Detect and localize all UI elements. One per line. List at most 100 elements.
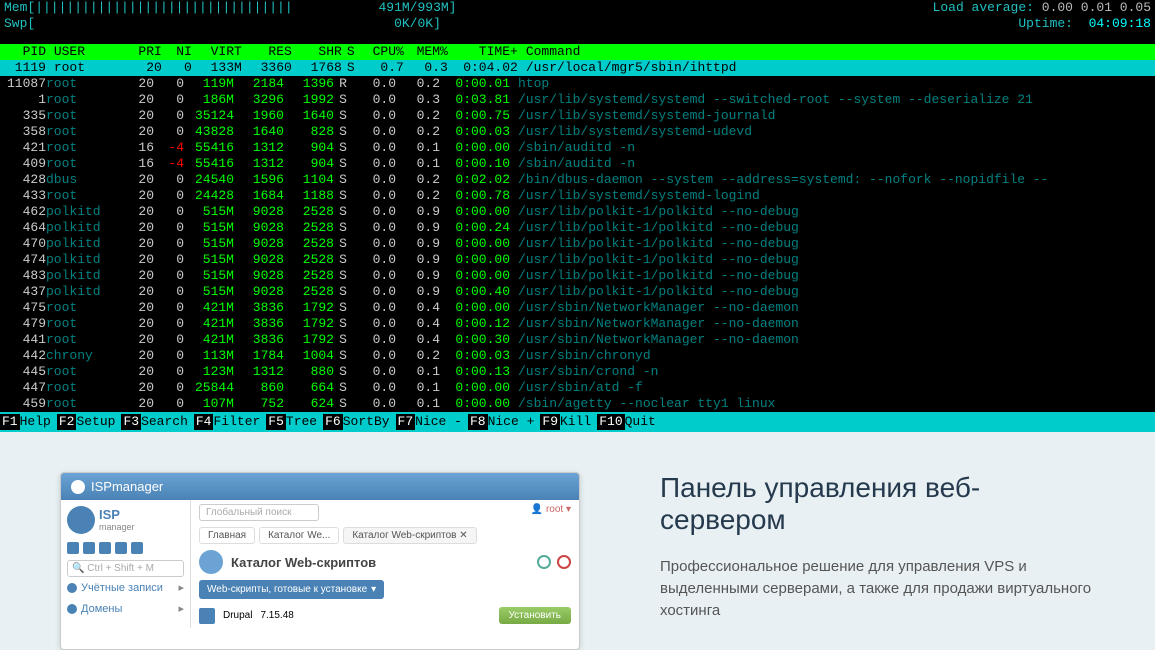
process-row[interactable]: 447 root20025844860664S0.00.10:00.00/usr… bbox=[0, 380, 1155, 396]
sel-virt: 133M bbox=[192, 60, 242, 76]
breadcrumb-item[interactable]: Каталог Web-скриптов ✕ bbox=[343, 527, 476, 544]
marketing-copy: Панель управления веб-сервером Профессио… bbox=[660, 472, 1095, 650]
column-header-row[interactable]: PID USER PRI NI VIRT RES SHR S CPU% MEM%… bbox=[0, 44, 1155, 60]
col-time[interactable]: TIME+ bbox=[448, 44, 518, 60]
col-pid[interactable]: PID bbox=[4, 44, 46, 60]
sel-s: S bbox=[342, 60, 360, 76]
fkey-filter[interactable]: F4Filter bbox=[194, 414, 266, 430]
panel-sidebar: ISP manager 🔍 Ctrl + Shift + M Учётные з… bbox=[61, 500, 191, 628]
process-row[interactable]: 474 polkitd200515M90282528S0.00.90:00.00… bbox=[0, 252, 1155, 268]
isp-logo-sub: manager bbox=[99, 522, 135, 532]
fkey-kill[interactable]: F9Kill bbox=[540, 414, 597, 430]
sidebar-item[interactable]: Домены▸ bbox=[67, 598, 184, 619]
uptime-value: 04:09:18 bbox=[1089, 16, 1151, 32]
panel-window-title: ISPmanager bbox=[91, 479, 163, 494]
mini-toolbar[interactable] bbox=[67, 542, 184, 554]
process-row[interactable]: 11087 root200119M21841396R0.00.20:00.01h… bbox=[0, 76, 1155, 92]
power-icon[interactable] bbox=[557, 555, 571, 569]
breadcrumbs: ГлавнаяКаталог We...Каталог Web-скриптов… bbox=[199, 527, 571, 544]
isp-logo-icon bbox=[67, 506, 95, 534]
process-row[interactable]: 428 dbus2002454015961104S0.00.20:02.02/b… bbox=[0, 172, 1155, 188]
process-row[interactable]: 475 root200421M38361792S0.00.40:00.00/us… bbox=[0, 300, 1155, 316]
process-row[interactable]: 483 polkitd200515M90282528S0.00.90:00.00… bbox=[0, 268, 1155, 284]
process-row[interactable]: 464 polkitd200515M90282528S0.00.90:00.24… bbox=[0, 220, 1155, 236]
col-res[interactable]: RES bbox=[242, 44, 292, 60]
fkey-tree[interactable]: F5Tree bbox=[266, 414, 323, 430]
col-virt[interactable]: VIRT bbox=[192, 44, 242, 60]
process-row[interactable]: 433 root2002442816841188S0.00.20:00.78/u… bbox=[0, 188, 1155, 204]
scripts-dropdown[interactable]: Web-скрипты, готовые к установке ▾ bbox=[199, 580, 384, 599]
col-s[interactable]: S bbox=[342, 44, 360, 60]
process-row[interactable]: 442 chrony200113M17841004S0.00.20:00.03/… bbox=[0, 348, 1155, 364]
doc-icon[interactable] bbox=[115, 542, 127, 554]
sidebar-item[interactable]: Учётные записи▸ bbox=[67, 577, 184, 598]
app-row[interactable]: Drupal 7.15.48 Установить bbox=[199, 607, 571, 624]
fkey-nice-[interactable]: F7Nice - bbox=[396, 414, 468, 430]
refresh-icon[interactable] bbox=[537, 555, 551, 569]
isp-logo-text: ISP bbox=[99, 507, 120, 522]
fkey-search[interactable]: F3Search bbox=[121, 414, 193, 430]
grid-icon[interactable] bbox=[99, 542, 111, 554]
col-user[interactable]: USER bbox=[54, 44, 126, 60]
user-label[interactable]: 👤 root ▾ bbox=[531, 504, 571, 515]
sel-user: root bbox=[54, 60, 126, 76]
col-cmd[interactable]: Command bbox=[518, 44, 581, 60]
process-row[interactable]: 358 root200438281640828S0.00.20:00.03/us… bbox=[0, 124, 1155, 140]
more-icon[interactable] bbox=[131, 542, 143, 554]
marketing-section: ISPmanager ISP manager bbox=[0, 432, 1155, 650]
process-row[interactable]: 459 root200107M752624S0.00.10:00.00/sbin… bbox=[0, 396, 1155, 412]
htop-terminal[interactable]: Mem [||||||||||||||||||||||||||||||||| 4… bbox=[0, 0, 1155, 432]
process-list[interactable]: 11087 root200119M21841396R0.00.20:00.01h… bbox=[0, 76, 1155, 412]
breadcrumb-item[interactable]: Главная bbox=[199, 527, 255, 544]
install-button[interactable]: Установить bbox=[499, 607, 572, 624]
swp-row: Swp [ 0K/0K] Uptime: 04:09:18 bbox=[0, 16, 1155, 32]
sel-mem: 0.3 bbox=[404, 60, 448, 76]
col-shr[interactable]: SHR bbox=[292, 44, 342, 60]
load-label: Load average: bbox=[933, 0, 1034, 16]
fkey-bar: F1HelpF2SetupF3SearchF4FilterF5TreeF6Sor… bbox=[0, 412, 1155, 432]
home-icon[interactable] bbox=[67, 542, 79, 554]
process-row[interactable]: 409 root16-4554161312904S0.00.10:00.10/s… bbox=[0, 156, 1155, 172]
process-row[interactable]: 335 root2003512419601640S0.00.20:00.75/u… bbox=[0, 108, 1155, 124]
app-version: 7.15.48 bbox=[260, 610, 293, 621]
panel-content: Глобальный поиск 👤 root ▾ ГлавнаяКаталог… bbox=[191, 500, 579, 628]
nav-icon[interactable] bbox=[83, 542, 95, 554]
process-row[interactable]: 437 polkitd200515M90282528S0.00.90:00.40… bbox=[0, 284, 1155, 300]
panel-titlebar: ISPmanager bbox=[61, 473, 579, 500]
app-name: Drupal bbox=[223, 610, 252, 621]
process-row[interactable]: 470 polkitd200515M90282528S0.00.90:00.00… bbox=[0, 236, 1155, 252]
col-ni[interactable]: NI bbox=[162, 44, 192, 60]
process-row[interactable]: 445 root200123M1312880S0.00.10:00.13/usr… bbox=[0, 364, 1155, 380]
sel-res: 3360 bbox=[242, 60, 292, 76]
global-search[interactable]: Глобальный поиск bbox=[199, 504, 319, 521]
col-cpu[interactable]: CPU% bbox=[360, 44, 404, 60]
gear-icon bbox=[71, 480, 85, 494]
catalog-header: Каталог Web-скриптов bbox=[199, 550, 571, 574]
fkey-nice+[interactable]: F8Nice + bbox=[468, 414, 540, 430]
marketing-desc: Профессиональное решение для управления … bbox=[660, 556, 1095, 622]
col-pri[interactable]: PRI bbox=[126, 44, 162, 60]
fkey-sortby[interactable]: F6SortBy bbox=[323, 414, 395, 430]
process-row[interactable]: 441 root200421M38361792S0.00.40:00.30/us… bbox=[0, 332, 1155, 348]
process-row[interactable]: 479 root200421M38361792S0.00.40:00.12/us… bbox=[0, 316, 1155, 332]
process-row[interactable]: 421 root16-4554161312904S0.00.10:00.00/s… bbox=[0, 140, 1155, 156]
fkey-setup[interactable]: F2Setup bbox=[57, 414, 122, 430]
breadcrumb-item[interactable]: Каталог We... bbox=[259, 527, 339, 544]
mem-row: Mem [||||||||||||||||||||||||||||||||| 4… bbox=[0, 0, 1155, 16]
sel-cpu: 0.7 bbox=[360, 60, 404, 76]
ispmanager-card: ISPmanager ISP manager bbox=[60, 472, 580, 650]
mem-label: Mem bbox=[4, 0, 27, 16]
swp-bar: [ 0K/0K] bbox=[27, 16, 440, 32]
selected-process-row[interactable]: 1119 root 20 0 133M 3360 1768 S 0.7 0.3 … bbox=[0, 60, 1155, 76]
load-values: 0.00 0.01 0.05 bbox=[1042, 0, 1151, 16]
process-row[interactable]: 462 polkitd200515M90282528S0.00.90:00.00… bbox=[0, 204, 1155, 220]
sel-time: 0:04.02 bbox=[448, 60, 518, 76]
process-row[interactable]: 1 root200186M32961992S0.00.30:03.81/usr/… bbox=[0, 92, 1155, 108]
fkey-quit[interactable]: F10Quit bbox=[597, 414, 662, 430]
marketing-title: Панель управления веб-сервером bbox=[660, 472, 1095, 536]
chevron-down-icon: ▾ bbox=[371, 584, 376, 595]
col-mem[interactable]: MEM% bbox=[404, 44, 448, 60]
search-shortcut[interactable]: 🔍 Ctrl + Shift + M bbox=[67, 560, 184, 577]
uptime-label: Uptime: bbox=[1018, 16, 1073, 32]
fkey-help[interactable]: F1Help bbox=[0, 414, 57, 430]
